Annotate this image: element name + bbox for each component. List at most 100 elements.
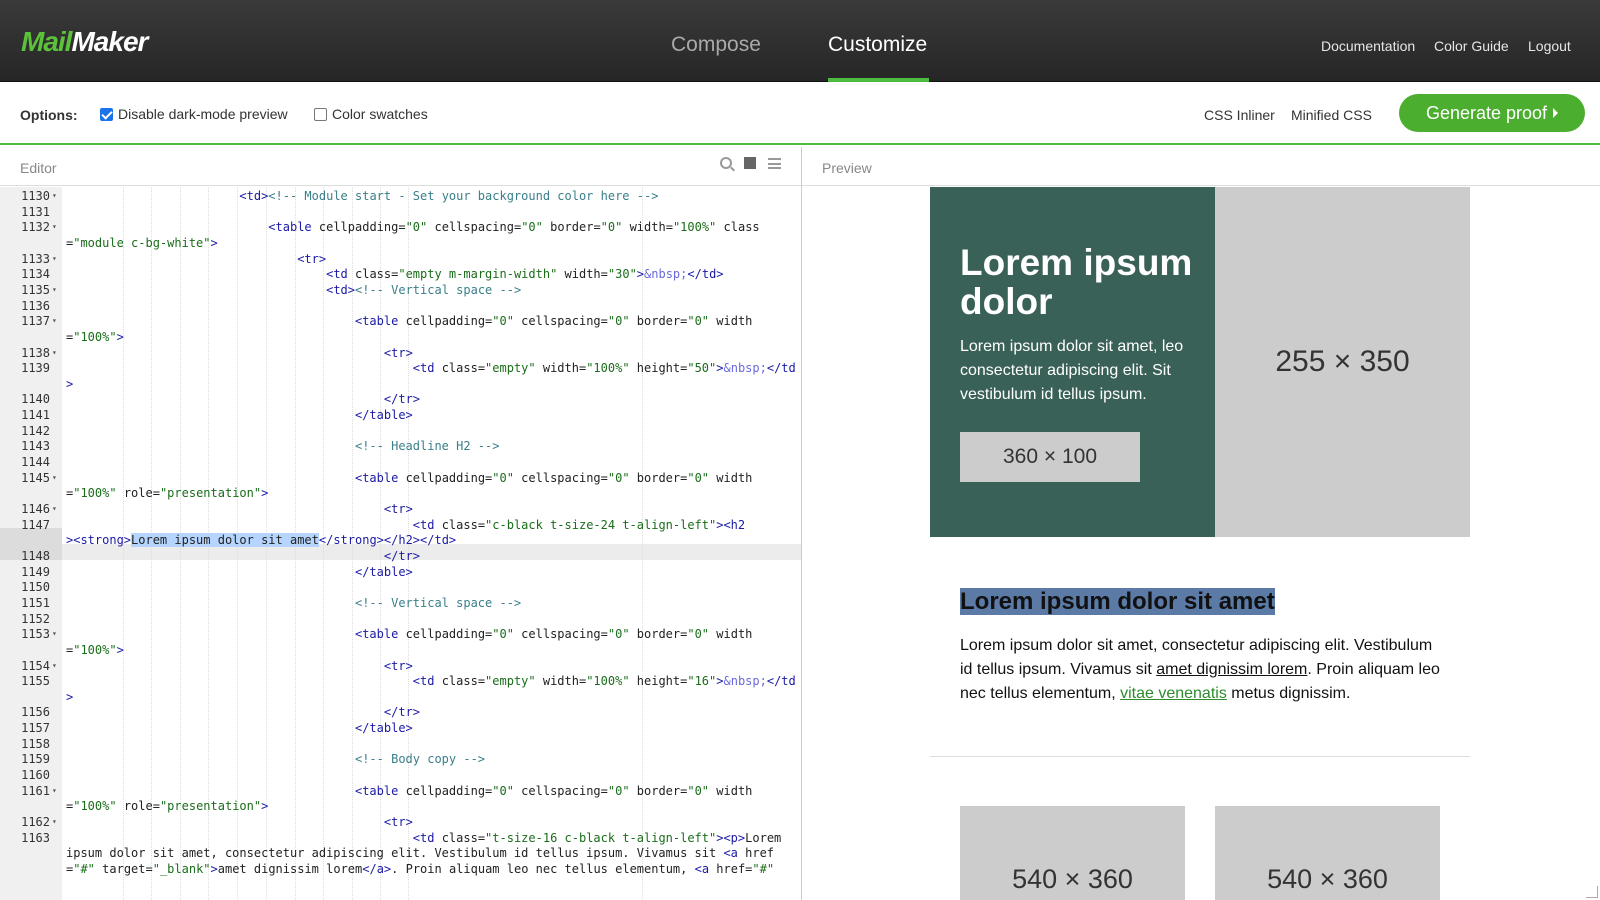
tab-customize[interactable]: Customize <box>828 33 929 82</box>
body-link[interactable]: amet dignissim lorem <box>1156 661 1307 678</box>
line-number: 1142 <box>21 423 50 438</box>
line-number: 1158 <box>21 736 50 751</box>
checkbox-unchecked[interactable] <box>314 107 327 121</box>
fold-arrow-icon[interactable]: ▾ <box>52 282 60 298</box>
menu-icon[interactable] <box>768 157 781 169</box>
code-editor[interactable]: 1130 ▾ <td><!-- Module start - Set your b… <box>0 187 801 900</box>
code-line[interactable]: 1130 ▾ <td><!-- Module start - Set your b… <box>0 188 801 204</box>
fold-arrow-icon[interactable]: ▾ <box>52 313 60 329</box>
color-guide-link[interactable]: Color Guide <box>1434 38 1509 54</box>
code-line[interactable]: 1134 <td class="empty m-margin-width" wi… <box>0 266 801 282</box>
code-line[interactable]: 1156 </tr> <box>0 704 801 720</box>
fold-arrow-icon[interactable]: ▾ <box>52 251 60 267</box>
code-line[interactable]: 1146 ▾ <tr> <box>0 501 801 517</box>
line-number: 1139 <box>21 361 50 376</box>
code-line[interactable]: 1140 </tr> <box>0 391 801 407</box>
fold-arrow-icon[interactable]: ▾ <box>52 783 60 799</box>
disable-dark-mode-checkbox[interactable]: Disable dark-mode preview <box>100 106 288 122</box>
code-line[interactable]: ="100%" role="presentation"> <box>0 798 801 814</box>
caret-right-icon <box>1553 108 1559 118</box>
fold-arrow-icon[interactable]: ▾ <box>52 814 60 830</box>
color-swatches-checkbox[interactable]: Color swatches <box>314 106 428 122</box>
line-number: 1163 <box>21 830 50 845</box>
editor-header: Editor <box>0 147 801 186</box>
code-line[interactable]: 1151 <!-- Vertical space --> <box>0 595 801 611</box>
code-line[interactable]: 1154 ▾ <tr> <box>0 658 801 674</box>
fold-arrow-icon[interactable]: ▾ <box>52 188 60 204</box>
code-line[interactable]: 1136 <box>0 298 801 314</box>
code-line[interactable]: ipsum dolor sit amet, consectetur adipis… <box>0 845 801 861</box>
line-number: 1154 <box>21 658 50 673</box>
options-label: Options: <box>20 107 78 123</box>
line-number: 1152 <box>21 611 50 626</box>
code-line[interactable]: 1137 ▾ <table cellpadding="0" cellspacing… <box>0 313 801 329</box>
code-line[interactable]: 1143 <!-- Headline H2 --> <box>0 438 801 454</box>
generate-proof-label: Generate proof <box>1425 103 1548 123</box>
code-line[interactable]: 1148 </tr> <box>0 548 801 564</box>
line-number: 1143 <box>21 439 50 454</box>
code-line[interactable]: 1163 <td class="t-size-16 c-black t-alig… <box>0 830 801 846</box>
email-preview[interactable]: Lorem ipsum dolor Lorem ipsum dolor sit … <box>802 187 1600 900</box>
code-line[interactable]: 1145 ▾ <table cellpadding="0" cellspacing… <box>0 470 801 486</box>
line-number: 1130 <box>21 189 50 203</box>
code-line[interactable]: ="100%" role="presentation"> <box>0 485 801 501</box>
code-line[interactable]: 1161 ▾ <table cellpadding="0" cellspacing… <box>0 783 801 799</box>
documentation-link[interactable]: Documentation <box>1321 38 1415 54</box>
code-line[interactable]: 1138 ▾ <tr> <box>0 345 801 361</box>
css-inliner-link[interactable]: CSS Inliner <box>1204 107 1275 123</box>
code-line[interactable]: 1132 ▾ <table cellpadding="0" cellspacing… <box>0 219 801 235</box>
code-line[interactable]: 1150 <box>0 579 801 595</box>
checkbox-checked[interactable] <box>100 107 113 121</box>
fold-arrow-icon[interactable]: ▾ <box>52 470 60 486</box>
line-number: 1149 <box>21 564 50 579</box>
code-line[interactable]: 1153 ▾ <table cellpadding="0" cellspacing… <box>0 626 801 642</box>
code-line[interactable]: 1133 ▾ <tr> <box>0 251 801 267</box>
line-number: 1160 <box>21 768 50 783</box>
code-line[interactable]: ="module c-bg-white"> <box>0 235 801 251</box>
fold-arrow-icon[interactable]: ▾ <box>52 658 60 674</box>
generate-proof-button[interactable]: Generate proof <box>1399 94 1585 132</box>
code-line[interactable]: 1144 <box>0 454 801 470</box>
code-line[interactable]: 1139 <td class="empty" width="100%" heig… <box>0 360 801 376</box>
minified-css-link[interactable]: Minified CSS <box>1291 107 1372 123</box>
line-number: 1131 <box>21 204 50 219</box>
line-number: 1135 <box>21 282 50 297</box>
line-number: 1162 <box>21 815 50 829</box>
code-line[interactable]: > <box>0 689 801 705</box>
code-line[interactable]: 1152 <box>0 611 801 627</box>
code-line[interactable]: ="100%"> <box>0 642 801 658</box>
fold-arrow-icon[interactable]: ▾ <box>52 345 60 361</box>
code-line[interactable]: 1141 </table> <box>0 407 801 423</box>
code-line[interactable]: 1162 ▾ <tr> <box>0 814 801 830</box>
divider-line <box>930 756 1470 757</box>
fold-arrow-icon[interactable]: ▾ <box>52 626 60 642</box>
code-line[interactable]: 1160 <box>0 767 801 783</box>
code-line[interactable]: > <box>0 376 801 392</box>
preview-body-copy: Lorem ipsum dolor sit amet, consectetur … <box>960 634 1440 706</box>
fold-arrow-icon[interactable]: ▾ <box>52 501 60 517</box>
code-line[interactable]: 1147 <td class="c-black t-size-24 t-alig… <box>0 517 801 533</box>
square-icon[interactable] <box>744 157 756 169</box>
code-line[interactable]: 1135 ▾ <td><!-- Vertical space --> <box>0 282 801 298</box>
code-line[interactable]: ="100%"> <box>0 329 801 345</box>
code-line[interactable]: 1157 </table> <box>0 720 801 736</box>
code-line[interactable]: 1158 <box>0 736 801 752</box>
logout-link[interactable]: Logout <box>1528 38 1571 54</box>
code-line[interactable]: 1155 <td class="empty" width="100%" heig… <box>0 673 801 689</box>
logo[interactable]: MailMaker <box>21 26 148 58</box>
line-number: 1133 <box>21 251 50 266</box>
body-link[interactable]: vitae venenatis <box>1120 685 1227 702</box>
code-line[interactable]: 1142 <box>0 423 801 439</box>
code-line[interactable]: 1131 <box>0 204 801 220</box>
code-line[interactable]: 1159 <!-- Body copy --> <box>0 751 801 767</box>
code-line[interactable]: ><strong>Lorem ipsum dolor sit amet</str… <box>0 532 801 548</box>
code-line[interactable]: 1149 </table> <box>0 564 801 580</box>
line-number: 1145 <box>21 470 50 485</box>
color-swatches-label: Color swatches <box>332 106 428 122</box>
fold-arrow-icon[interactable]: ▾ <box>52 219 60 235</box>
tab-compose[interactable]: Compose <box>671 33 761 82</box>
code-line[interactable]: ="#" target="_blank">amet dignissim lore… <box>0 861 801 877</box>
line-number: 1140 <box>21 392 50 407</box>
resize-handle[interactable] <box>1586 886 1598 898</box>
search-icon[interactable] <box>720 157 732 169</box>
